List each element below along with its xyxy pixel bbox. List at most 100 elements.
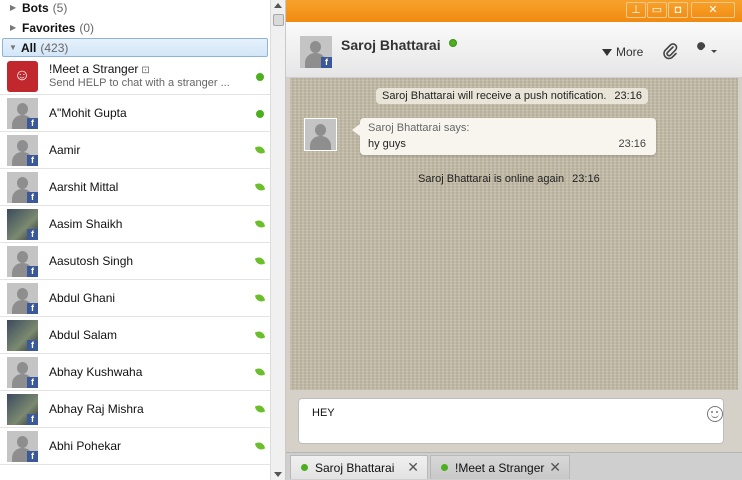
online-status-icon [441,464,448,471]
contact-row[interactable]: f Aasutosh Singh [0,243,270,280]
contact-avatar: f [7,209,38,240]
contact-row[interactable]: f Abdul Ghani [0,280,270,317]
mobile-status-icon [254,144,266,156]
contact-name: Abhay Kushwaha [49,365,143,379]
message-time: 23:16 [614,90,642,102]
contact-avatar: f [7,320,38,351]
chat-header: f Saroj Bhattarai More [286,22,742,78]
scroll-thumb[interactable] [273,14,284,26]
online-status-icon [449,39,457,47]
mobile-status-icon [254,292,266,304]
more-label: More [616,45,644,59]
message-time: 23:16 [572,173,600,185]
mobile-status-icon [254,218,266,230]
contact-name: Abhay Raj Mishra [49,402,144,416]
online-status-icon [256,110,264,118]
message-text: hy guys [368,138,406,150]
contact-list-scrollbar[interactable] [270,0,285,480]
contact-name: Abdul Ghani [49,291,116,305]
contact-row-bot[interactable]: ☺ !Meet a Stranger ⊡ Send HELP to chat wi… [0,58,270,95]
contact-name: A"Mohit Gupta [49,106,127,120]
contact-avatar: f [7,98,38,129]
group-count: (5) [52,0,68,15]
maximize-icon[interactable]: ◘ [668,2,688,18]
facebook-icon: f [27,414,38,425]
facebook-icon: f [27,266,38,277]
group-favorites[interactable]: ▶ Favorites (0) [0,18,270,37]
message-sender: Saroj Bhattarai says: [368,122,470,134]
contact-row[interactable]: f Abhi Pohekar [0,428,270,465]
facebook-icon: f [27,155,38,166]
tab-meet-a-stranger[interactable]: !Meet a Stranger ✕ [430,455,570,479]
expand-arrow-icon: ▶ [10,23,17,32]
mobile-status-icon [254,255,266,267]
contact-avatar: f [7,431,38,462]
facebook-icon: f [27,451,38,462]
contact-avatar: f [7,394,38,425]
facebook-icon: f [27,118,38,129]
facebook-icon: f [27,192,38,203]
close-tab-icon[interactable]: ✕ [549,459,561,476]
contact-row[interactable]: f Aasim Shaikh [0,206,270,243]
message-input[interactable]: HEY [312,407,335,419]
online-status-icon [256,73,264,81]
contact-avatar: f [7,246,38,277]
partner-name[interactable]: Saroj Bhattarai [341,37,441,53]
tab-label: !Meet a Stranger [455,460,545,475]
mobile-status-icon [254,403,266,415]
group-count: (423) [40,40,69,55]
chat-window: ⊥ ▭ ◘ ✕ f Saroj Bhattarai More Saroj Bha… [286,0,742,480]
window-titlebar[interactable]: ⊥ ▭ ◘ ✕ [286,0,742,22]
contact-name: Aasutosh Singh [49,254,134,268]
group-label: All [21,40,37,55]
mobile-status-icon [254,181,266,193]
contact-name: Aamir [49,143,81,157]
contact-row[interactable]: f A"Mohit Gupta [0,95,270,132]
facebook-icon: f [321,57,332,68]
group-bots[interactable]: ▶ Bots (5) [0,0,270,17]
theater-masks-icon: ☺ [13,67,31,84]
contact-name: Abdul Salam [49,328,118,342]
group-label: Favorites [22,20,76,35]
contact-name: Aasim Shaikh [49,217,123,231]
close-window-icon[interactable]: ✕ [691,2,735,18]
message-history[interactable]: Saroj Bhattarai will receive a push noti… [290,78,738,390]
scroll-down-icon[interactable] [274,472,282,477]
scroll-up-icon[interactable] [274,3,282,8]
paperclip-icon[interactable] [662,42,678,60]
contact-row[interactable]: f Abhay Raj Mishra [0,391,270,428]
emoji-icon[interactable] [707,406,723,422]
contact-row[interactable]: f Abdul Salam [0,317,270,354]
contact-list: ▶ Bots (5) ▶ Favorites (0) ▼ All (423) ☺… [0,0,286,480]
group-label: Bots [22,0,49,15]
minimize-icon[interactable]: ▭ [647,2,667,18]
message-composer[interactable]: HEY [298,398,724,444]
group-all[interactable]: ▼ All (423) [2,38,268,57]
wrench-menu-icon[interactable] [692,42,718,60]
contact-avatar: f [7,283,38,314]
tab-saroj-bhattarai[interactable]: Saroj Bhattarai ✕ [290,455,428,479]
contact-row[interactable]: f Abhay Kushwaha [0,354,270,391]
online-status-icon [301,464,308,471]
robot-tag-icon: ⊡ [141,65,150,76]
message-time: 23:16 [618,138,646,150]
mobile-status-icon [254,329,266,341]
message-bubble: Saroj Bhattarai says: hy guys 23:16 [352,118,656,155]
contact-row[interactable]: f Aamir [0,132,270,169]
chat-tab-bar: Saroj Bhattarai ✕ !Meet a Stranger ✕ [286,452,742,480]
sender-avatar[interactable] [304,118,337,151]
facebook-icon: f [27,377,38,388]
facebook-icon: f [27,340,38,351]
more-button[interactable]: More [602,45,643,59]
online-again-notice: Saroj Bhattarai is online again 23:16 [418,173,600,185]
contact-avatar: f [7,172,38,203]
pin-icon[interactable]: ⊥ [626,2,646,18]
collapse-arrow-icon: ▼ [9,43,17,52]
partner-avatar[interactable]: f [300,36,332,68]
close-tab-icon[interactable]: ✕ [407,459,419,476]
mobile-status-icon [254,440,266,452]
facebook-icon: f [27,303,38,314]
bot-avatar: ☺ [7,61,38,92]
contact-row[interactable]: f Aarshit Mittal [0,169,270,206]
facebook-icon: f [27,229,38,240]
